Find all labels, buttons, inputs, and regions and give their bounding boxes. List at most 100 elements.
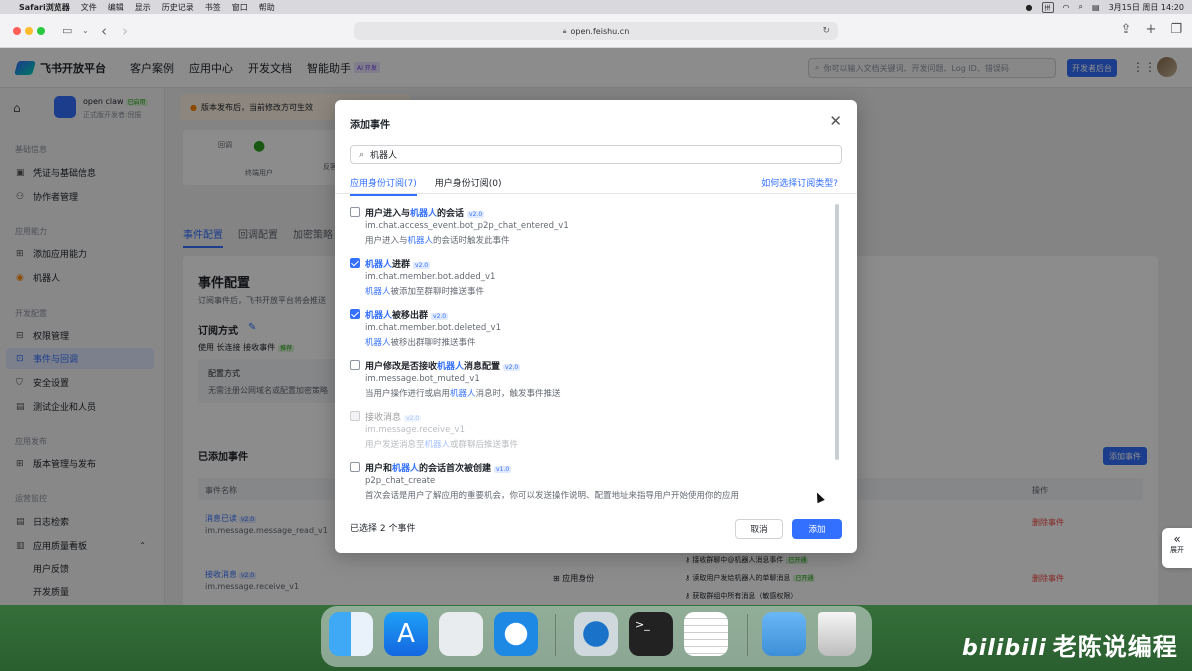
event-title-highlight: 机器人 — [392, 464, 420, 474]
menubar-item-window[interactable]: 窗口 — [232, 2, 248, 13]
event-desc-text: 用户发送消息至 — [365, 440, 425, 450]
event-title-highlight: 机器人 — [437, 362, 465, 372]
new-tab-icon[interactable]: + — [1145, 22, 1156, 37]
terminal-icon[interactable]: >_ — [629, 612, 673, 656]
record-icon[interactable]: ● — [1026, 3, 1033, 12]
menubar-item-file[interactable]: 文件 — [81, 2, 97, 13]
event-desc-highlight: 机器人 — [450, 389, 476, 399]
app-store-icon[interactable]: A — [384, 612, 428, 656]
watermark-text: 老陈说编程 — [1052, 633, 1178, 661]
menubar-item-help[interactable]: 帮助 — [259, 2, 275, 13]
event-desc: 机器人被移出群聊时推送事件 — [365, 336, 476, 348]
dock-separator — [555, 614, 556, 656]
launchpad-icon[interactable] — [439, 612, 483, 656]
menubar-item-view[interactable]: 显示 — [135, 2, 151, 13]
menubar-item-edit[interactable]: 编辑 — [108, 2, 124, 13]
event-title-text: 被移出群 — [392, 311, 429, 321]
quicktime-icon[interactable] — [574, 612, 618, 656]
version-badge: v2.0 — [467, 211, 485, 218]
event-desc-highlight: 机器人 — [365, 338, 391, 348]
expand-label: 展开 — [1170, 546, 1184, 554]
event-desc-text: 或群聊后推送事件 — [450, 440, 519, 450]
version-badge: v2.0 — [431, 313, 449, 320]
event-title: 机器人进群 v2.0 — [365, 257, 431, 270]
trash-icon[interactable] — [818, 612, 856, 656]
wifi-icon[interactable]: ◠ — [1063, 3, 1070, 12]
event-title-highlight: 机器人 — [365, 260, 393, 270]
window-close-button[interactable] — [13, 27, 21, 35]
event-title: 用户和机器人的会话首次被创建 v1.0 — [365, 461, 512, 474]
downloads-folder-icon[interactable] — [762, 612, 806, 656]
event-desc-text: 当用户操作进行或启用 — [365, 389, 451, 399]
textedit-icon[interactable] — [684, 612, 728, 656]
address-bar[interactable]: 🔒︎ open.feishu.cn ↻ — [354, 22, 838, 40]
event-search-input[interactable]: ⌕ 机器人 — [350, 145, 842, 164]
event-title-text: 进群 — [392, 260, 411, 270]
tab-overview-icon[interactable]: ❐ — [1170, 22, 1182, 37]
event-desc-text: 用户进入与 — [365, 236, 408, 246]
safari-icon[interactable] — [494, 612, 538, 656]
event-checkbox[interactable] — [350, 258, 360, 268]
control-center-icon[interactable]: ▤ — [1092, 3, 1100, 12]
menubar-item-history[interactable]: 历史记录 — [162, 2, 194, 13]
event-title-text: 用户进入与 — [365, 209, 411, 219]
reload-icon[interactable]: ↻ — [822, 26, 830, 36]
add-button[interactable]: 添加 — [792, 519, 842, 539]
menubar-datetime[interactable]: 3月15日 周日 14:20 — [1109, 2, 1184, 13]
event-key: im.message.receive_v1 — [365, 425, 465, 435]
event-checkbox — [350, 411, 360, 421]
keyboard-input-indicator[interactable]: 拼 — [1041, 1, 1054, 13]
close-icon[interactable]: ✕ — [829, 112, 842, 130]
macos-menubar: Safari浏览器 文件 编辑 显示 历史记录 书签 窗口 帮助 ● 拼 ◠ ⌕… — [0, 0, 1192, 14]
event-search-value: 机器人 — [370, 151, 398, 161]
event-desc: 机器人被添加至群聊时推送事件 — [365, 285, 484, 297]
event-desc-highlight: 机器人 — [407, 236, 434, 246]
event-key: p2p_chat_create — [365, 476, 436, 486]
event-title: 用户修改是否接收机器人消息配置 v2.0 — [365, 359, 521, 372]
finder-icon[interactable] — [329, 612, 373, 656]
event-desc-text: 的会话时触发此事件 — [433, 236, 510, 246]
event-key: im.message.bot_muted_v1 — [365, 374, 480, 384]
scrollbar[interactable] — [835, 204, 839, 460]
share-icon[interactable]: ⇪ — [1121, 22, 1132, 37]
expand-panel-button[interactable]: « 展开 — [1162, 528, 1192, 568]
forward-icon[interactable]: › — [122, 22, 128, 40]
address-bar-url: open.feishu.cn — [570, 26, 630, 36]
event-desc-text: 消息时，触发事件推送 — [475, 389, 561, 399]
event-checkbox[interactable] — [350, 309, 360, 319]
event-title: 机器人被移出群 v2.0 — [365, 308, 449, 321]
event-title-text: 消息配置 — [464, 362, 501, 372]
search-icon: ⌕ — [359, 149, 365, 160]
event-title: 接收消息 v2.0 — [365, 410, 422, 423]
chevron-down-icon[interactable]: ⌄ — [82, 26, 89, 35]
event-desc: 用户发送消息至机器人或群聊后推送事件 — [365, 438, 518, 450]
event-key: im.chat.member.bot.deleted_v1 — [365, 323, 501, 333]
event-checkbox[interactable] — [350, 207, 360, 217]
sidebar-toggle-icon[interactable]: ▭ — [62, 24, 72, 37]
menubar-app-name[interactable]: Safari浏览器 — [19, 2, 70, 13]
event-list: 用户进入与机器人的会话 v2.0 im.chat.access_event.bot… — [350, 206, 830, 506]
event-key: im.chat.access_event.bot_p2p_chat_entere… — [365, 221, 569, 231]
event-desc-text: 被添加至群聊时推送事件 — [390, 287, 485, 297]
event-title-highlight: 机器人 — [365, 311, 393, 321]
menubar-item-bookmarks[interactable]: 书签 — [205, 2, 221, 13]
spotlight-icon[interactable]: ⌕ — [1079, 2, 1083, 12]
window-minimize-button[interactable] — [25, 27, 33, 35]
event-desc-highlight: 机器人 — [424, 440, 451, 450]
event-desc-text: 被移出群聊时推送事件 — [390, 338, 476, 348]
event-checkbox[interactable] — [350, 360, 360, 370]
back-icon[interactable]: ‹ — [101, 22, 107, 40]
version-badge: v1.0 — [494, 466, 512, 473]
version-badge: v2.0 — [404, 415, 422, 422]
browser-toolbar: ▭ ⌄ ‹ › 🔒︎ open.feishu.cn ↻ ⇪ + ❐ — [0, 14, 1192, 48]
divider — [335, 193, 857, 194]
cancel-button[interactable]: 取消 — [735, 519, 783, 539]
event-key: im.chat.member.bot.added_v1 — [365, 272, 496, 282]
dialog-title: 添加事件 — [350, 120, 390, 131]
dock-separator — [747, 614, 748, 656]
event-checkbox[interactable] — [350, 462, 360, 472]
event-title-text: 用户和 — [365, 464, 393, 474]
version-badge: v2.0 — [503, 364, 521, 371]
window-zoom-button[interactable] — [37, 27, 45, 35]
subscription-type-help-link[interactable]: 如何选择订阅类型? — [761, 176, 838, 189]
